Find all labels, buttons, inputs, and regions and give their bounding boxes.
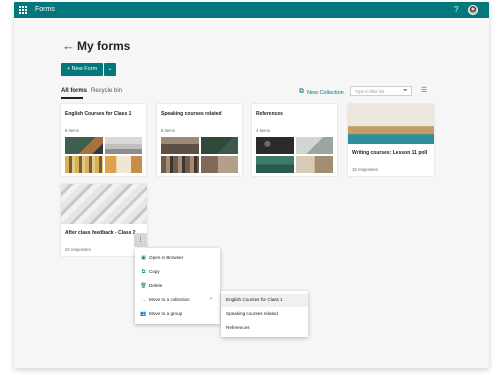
thumbnail-image (161, 156, 199, 173)
app-name[interactable]: Forms (35, 5, 55, 15)
group-icon: 👥 (140, 311, 147, 317)
top-bar: Forms ? (14, 2, 489, 18)
app-window: Forms ? ← My forms + New Form ⌄ All form… (14, 2, 489, 368)
card-title: Speaking courses related (161, 111, 222, 117)
new-form-button[interactable]: + New Form (61, 63, 103, 76)
thumbnail-image (256, 137, 294, 154)
card-item-count: 4 items (256, 128, 270, 133)
thumbnail-image (296, 156, 333, 173)
trash-icon: 🗑 (140, 283, 147, 289)
chevron-right-icon: › (210, 296, 212, 302)
card-cover-image (348, 104, 434, 144)
menu-item-open-in-browser[interactable]: ▣ Open in Browser (135, 252, 220, 265)
submenu-item-english-courses[interactable]: English Courses for Class 1 (221, 294, 308, 307)
search-placeholder: Type to filter list (355, 89, 385, 94)
collection-submenu: English Courses for Class 1 Speaking cou… (221, 291, 308, 337)
move-icon: → (141, 297, 146, 303)
menu-item-label: Move to a collection (149, 297, 190, 302)
page-title: My forms (77, 39, 131, 53)
filter-icon[interactable]: ⏷ (403, 88, 408, 95)
browser-icon: ▣ (141, 255, 146, 261)
form-card[interactable]: Writing courses: Lesson 11 poll 10 respo… (348, 104, 434, 176)
card-response-count: 10 responses (352, 167, 378, 172)
user-avatar[interactable] (468, 5, 478, 15)
back-arrow-icon[interactable]: ← (62, 39, 75, 53)
help-icon[interactable]: ? (454, 5, 458, 15)
submenu-item-label: Speaking courses related (226, 311, 278, 316)
menu-item-delete[interactable]: 🗑 Delete (135, 280, 220, 293)
menu-item-label: Move to a group (149, 311, 183, 316)
collection-card[interactable]: Speaking courses related 5 items (157, 104, 242, 176)
new-collection-icon[interactable]: ⧉ (299, 88, 304, 96)
thumbnail-image (65, 156, 103, 173)
collection-card[interactable]: References 4 items (252, 104, 337, 176)
card-response-count: 24 responses (65, 247, 91, 252)
menu-item-label: Open in Browser (149, 255, 184, 260)
submenu-item-label: English Courses for Class 1 (226, 297, 283, 302)
thumbnail-image (161, 137, 199, 154)
more-options-icon[interactable]: ⋮ (134, 233, 147, 247)
copy-icon: ⧉ (141, 269, 146, 275)
thumbnail-image (256, 156, 294, 173)
card-item-count: 5 items (161, 128, 175, 133)
tab-recycle-bin[interactable]: Recycle bin (91, 87, 122, 96)
submenu-item-speaking-courses[interactable]: Speaking courses related (221, 308, 308, 321)
card-title: After class feedback - Class 2 (65, 230, 136, 236)
app-launcher-icon[interactable] (19, 6, 27, 14)
thumbnail-image (105, 137, 142, 154)
menu-item-label: Delete (149, 283, 163, 288)
card-title: References (256, 111, 283, 117)
collection-card[interactable]: English Courses for Class 1 6 items (61, 104, 146, 176)
new-collection-button[interactable]: New Collection (307, 89, 344, 97)
view-toggle-icon[interactable]: ☰ (421, 86, 427, 95)
new-form-dropdown-icon[interactable]: ⌄ (104, 63, 116, 76)
submenu-item-label: References (226, 325, 250, 330)
menu-item-label: Copy (149, 269, 160, 274)
thumbnail-image (65, 137, 103, 154)
card-item-count: 6 items (65, 128, 79, 133)
filter-search-input[interactable]: Type to filter list ⏷ (350, 86, 412, 96)
card-title: English Courses for Class 1 (65, 111, 132, 117)
menu-item-copy[interactable]: ⧉ Copy (135, 266, 220, 279)
thumbnail-image (201, 137, 238, 154)
thumbnail-image (105, 156, 142, 173)
card-title: Writing courses: Lesson 11 poll (352, 150, 428, 156)
menu-item-move-to-group[interactable]: 👥 Move to a group (135, 308, 220, 321)
card-cover-image (61, 184, 147, 224)
menu-item-move-to-collection[interactable]: → Move to a collection › (135, 294, 220, 307)
submenu-item-references[interactable]: References (221, 322, 308, 335)
tab-all-forms[interactable]: All forms (61, 87, 87, 96)
thumbnail-image (201, 156, 238, 173)
context-menu: ▣ Open in Browser ⧉ Copy 🗑 Delete → Move… (135, 248, 220, 324)
thumbnail-image (296, 137, 333, 154)
active-tab-indicator (61, 97, 83, 99)
